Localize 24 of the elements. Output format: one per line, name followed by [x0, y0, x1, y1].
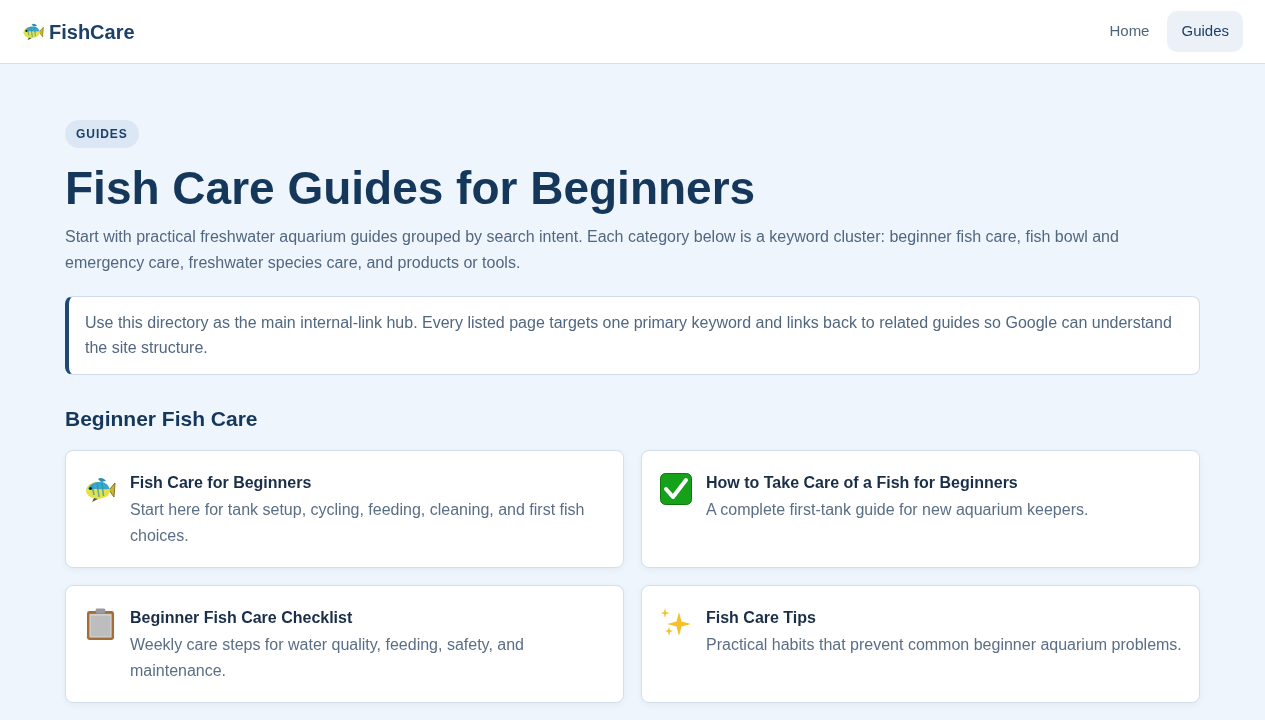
card-description: Start here for tank setup, cycling, feeding, cleaning, and first fish choices.: [130, 500, 586, 546]
guide-card[interactable]: How to Take Care of a Fish for Beginners A complete first-tank guide for new aquarium keepers.: [641, 450, 1200, 568]
card-description: A complete first-tank guide for new aquarium keepers.: [706, 500, 1089, 520]
guide-card[interactable]: Beginner Fish Care Checklist Weekly care steps for water quality, feeding, safety, and maintenance.: [65, 585, 624, 703]
callout-text: Use this directory as the main internal-link hub. Every listed page targets one primary keyword and links back to related guides so Google can understand the site structure.: [85, 313, 1173, 358]
guides-badge: GUIDES: [65, 120, 139, 148]
clipboard-icon: [85, 608, 115, 641]
guide-card[interactable]: Fish Care for Beginners Start here for tank setup, cycling, feeding, cleaning, and first fish choices.: [65, 450, 624, 568]
fish-icon: [84, 477, 116, 503]
card-description: Practical habits that prevent common beginner aquarium problems.: [706, 635, 1182, 655]
section-heading: Beginner Fish Care: [65, 406, 259, 432]
card-title: Beginner Fish Care Checklist: [130, 608, 354, 627]
card-title: Fish Care for Beginners: [130, 473, 313, 492]
guide-card[interactable]: Fish Care Tips Practical habits that prevent common beginner aquarium problems.: [641, 585, 1200, 703]
check-icon: [660, 473, 692, 505]
page-title: Fish Care Guides for Beginners: [65, 161, 757, 216]
site-logo[interactable]: FishCare: [22, 16, 135, 47]
intro-paragraph: Start with practical freshwater aquarium guides grouped by search intent. Each category below is a keyword cluster: beginner fish care, fish bowl and emergency care, freshwater species care, and products or tools.: [65, 227, 1120, 273]
card-title: Fish Care Tips: [706, 608, 817, 627]
card-title: How to Take Care of a Fish for Beginners: [706, 473, 1019, 492]
nav-link[interactable]: Guides: [1167, 11, 1243, 52]
fish-icon: [22, 22, 44, 41]
nav-link[interactable]: Home: [1095, 11, 1164, 52]
card-description: Weekly care steps for water quality, feeding, safety, and maintenance.: [130, 635, 525, 681]
